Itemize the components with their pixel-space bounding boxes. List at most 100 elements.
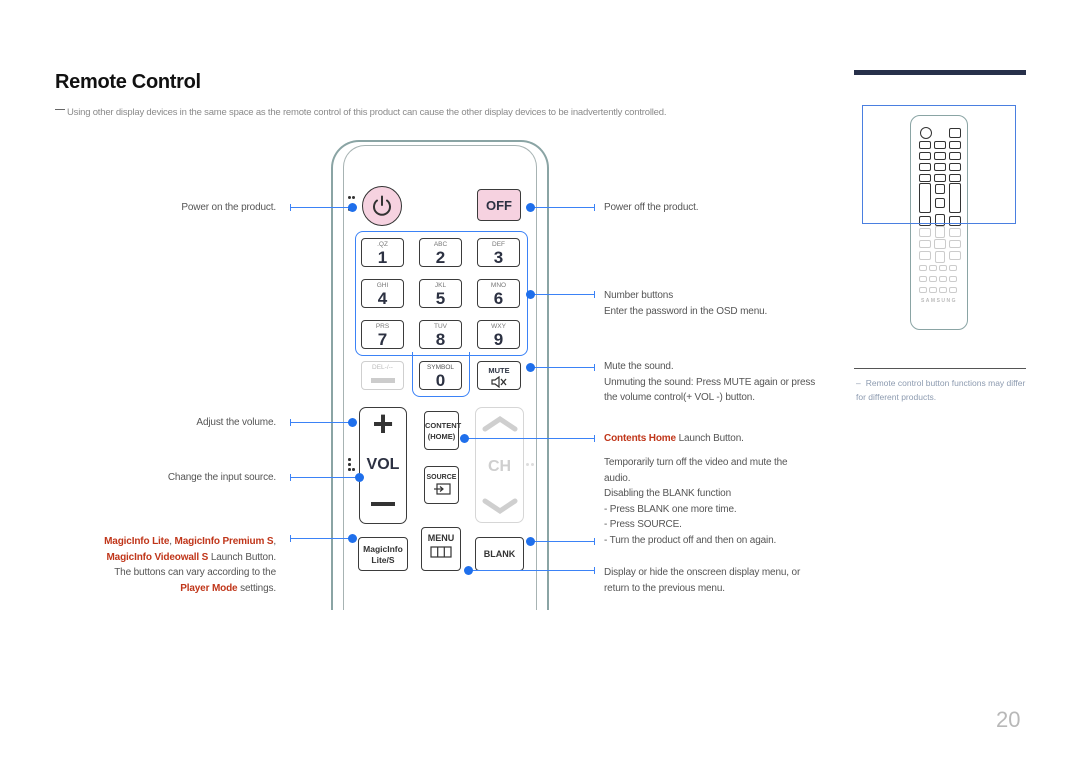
callout-line-right: [530, 294, 594, 295]
vol-indicator-dots: [348, 458, 356, 472]
magicinfo-label: MagicInfo: [363, 544, 403, 554]
content-label: CONTENT: [425, 421, 462, 430]
number-key-digit: 3: [493, 248, 504, 267]
number-key-8[interactable]: TUV 8: [419, 320, 462, 349]
callout-dot-right: [460, 434, 469, 443]
number-key-digit: 7: [377, 330, 388, 349]
callout-line-right: [530, 541, 594, 542]
callout-line-right: [464, 438, 594, 439]
label-magicinfo: MagicInfo Lite, MagicInfo Premium S, Mag…: [56, 534, 276, 596]
magicinfo-line-3: The buttons can vary according to the: [114, 567, 276, 578]
thumbnail-key: [949, 240, 961, 248]
thumbnail-key: [929, 265, 937, 271]
blank-button[interactable]: BLANK: [475, 537, 524, 571]
number-key-digit: 9: [493, 330, 504, 349]
callout-tick-right: [594, 538, 595, 545]
source-input-icon: [433, 483, 451, 495]
thumbnail-key: [919, 276, 927, 282]
thumbnail-key: [929, 287, 937, 293]
label-mute: Mute the sound. Unmuting the sound: Pres…: [604, 361, 816, 403]
thumbnail-key: [919, 228, 931, 237]
callout-dot-left: [348, 534, 357, 543]
number-key-3[interactable]: DEF 3: [477, 238, 520, 267]
number-key-1[interactable]: .QZ 1: [361, 238, 404, 267]
number-key-digit: 6: [493, 289, 504, 308]
number-key-4[interactable]: GHI 4: [361, 279, 404, 308]
magicinfo-line-1: MagicInfo Lite, MagicInfo Premium S,: [104, 536, 276, 547]
menu-button[interactable]: MENU: [421, 527, 461, 571]
blank-label: BLANK: [483, 549, 516, 559]
magicinfo-line-4: Player Mode settings.: [180, 582, 276, 594]
label-blank: Temporarily turn off the video and mute …: [604, 457, 788, 546]
ch-down-icon[interactable]: [482, 498, 518, 514]
callout-dot-right: [526, 203, 535, 212]
home-label: (HOME): [427, 432, 456, 441]
number-key-digit: 2: [435, 248, 446, 267]
thumbnail-key: [949, 287, 957, 293]
callout-dot-left: [355, 473, 364, 482]
caution-note: Using other display devices in the same …: [55, 107, 666, 118]
label-menu: Display or hide the onscreen display men…: [604, 567, 801, 594]
volume-rocker[interactable]: + VOL: [359, 404, 407, 524]
thumbnail-key: [919, 251, 931, 260]
side-note-divider: [854, 368, 1026, 369]
page-number: 20: [996, 707, 1021, 732]
mute-icon: [491, 376, 507, 388]
number-key-5[interactable]: JKL 5: [419, 279, 462, 308]
thumbnail-key: [934, 239, 946, 249]
callout-tick-right: [594, 204, 595, 211]
caution-note-text: Using other display devices in the same …: [67, 107, 667, 118]
callout-dot-right: [526, 363, 535, 372]
del-label: DEL-/--: [372, 364, 393, 371]
thumbnail-key: [919, 265, 927, 271]
magicinfo-button[interactable]: MagicInfo Lite/S: [358, 537, 408, 571]
vol-plus-button[interactable]: +: [360, 404, 406, 444]
number-key-digit: 8: [435, 330, 446, 349]
callout-line-right: [468, 570, 594, 571]
mute-label: MUTE: [488, 366, 510, 375]
section-header-bar: [854, 70, 1026, 75]
content-home-button[interactable]: CONTENT (HOME): [424, 411, 462, 450]
power-button[interactable]: [362, 186, 402, 226]
zero-label: 0: [435, 371, 446, 390]
callout-dot-right: [526, 537, 535, 546]
note-dash-icon: [55, 108, 65, 110]
mute-button[interactable]: MUTE: [477, 361, 521, 390]
callout-line-right: [530, 207, 594, 208]
number-key-6[interactable]: MNO 6: [477, 279, 520, 308]
thumbnail-key: [939, 287, 947, 293]
power-icon: [373, 195, 391, 216]
callout-tick-right: [594, 291, 595, 298]
del-button[interactable]: DEL-/--: [361, 361, 404, 390]
magicinfo-sub-label: Lite/S: [371, 555, 395, 565]
label-number-buttons: Number buttons Enter the password in the…: [604, 290, 768, 317]
channel-rocker[interactable]: CH: [475, 407, 524, 523]
ch-indicator-dots: [526, 463, 536, 467]
callout-tick-right: [594, 567, 595, 574]
page-title: Remote Control: [55, 71, 201, 93]
number-key-9[interactable]: WXY 9: [477, 320, 520, 349]
thumbnail-key: [949, 276, 957, 282]
callout-line-right: [530, 367, 594, 368]
thumbnail-key: [939, 265, 947, 271]
off-button[interactable]: OFF: [477, 189, 521, 221]
zero-button[interactable]: SYMBOL 0: [419, 361, 462, 390]
thumbnail-key: [949, 228, 961, 237]
thumbnail-key: [949, 251, 961, 260]
callout-tick-right: [594, 435, 595, 442]
callout-line-left: [290, 422, 352, 423]
source-button[interactable]: SOURCE: [424, 466, 459, 504]
vol-minus-button[interactable]: [371, 502, 395, 506]
ch-up-icon[interactable]: [482, 416, 518, 432]
number-key-2[interactable]: ABC 2: [419, 238, 462, 267]
thumbnail-key: [935, 251, 945, 263]
label-power-on: Power on the product.: [181, 202, 276, 213]
thumbnail-key: [929, 276, 937, 282]
number-key-7[interactable]: PRS 7: [361, 320, 404, 349]
label-contents-home: Contents Home Launch Button.: [604, 433, 744, 444]
vol-label: VOL: [366, 456, 400, 473]
magicinfo-line-2: MagicInfo Videowall S Launch Button.: [106, 551, 277, 563]
thumbnail-key: [919, 287, 927, 293]
menu-label: MENU: [427, 533, 455, 543]
thumbnail-highlight-frame: [862, 105, 1016, 224]
